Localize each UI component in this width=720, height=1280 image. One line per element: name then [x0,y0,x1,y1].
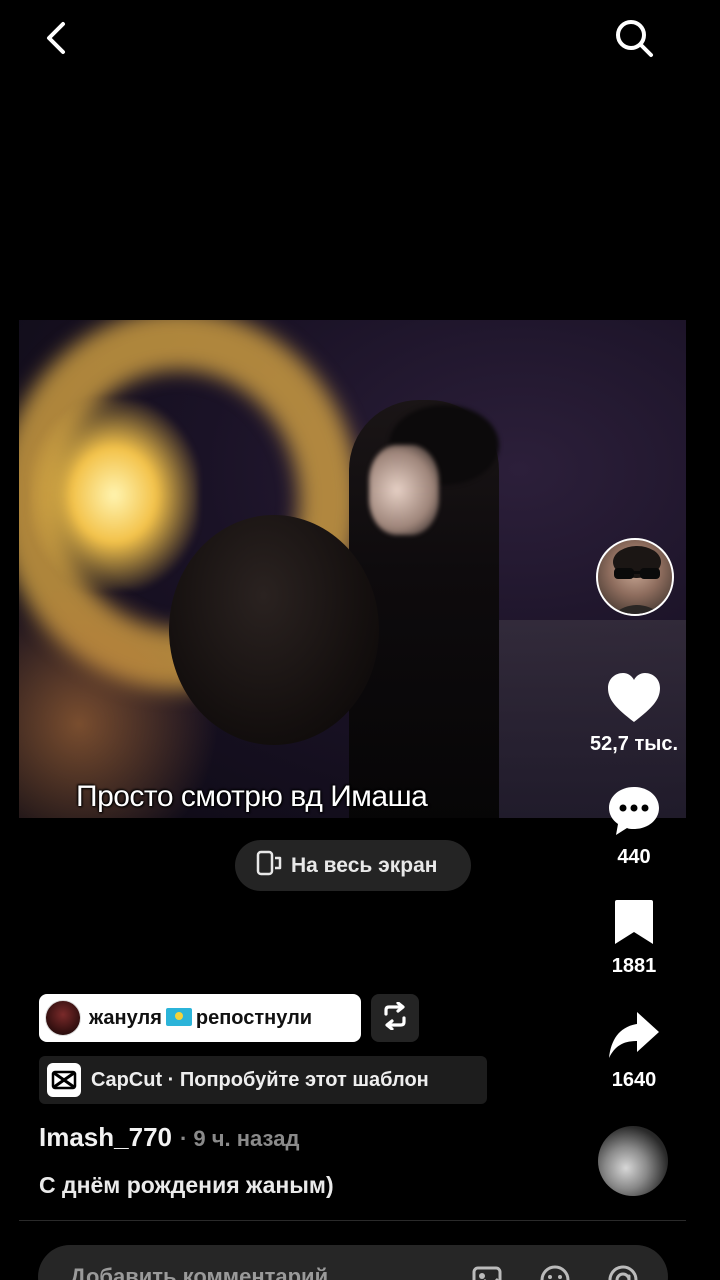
comment-icon [607,785,661,842]
capcut-logo-icon [47,1063,81,1097]
repost-button[interactable] [371,994,419,1042]
repost-suffix: репостнули [195,1006,313,1029]
post-time: · 9 ч. назад [179,1126,300,1151]
fullscreen-button[interactable]: На весь экран [235,840,471,891]
chevron-left-icon [41,20,71,61]
like-count: 52,7 тыс. [589,733,679,755]
repost-info-pill[interactable]: жануля репостнули [39,994,361,1042]
share-arrow-icon [607,1010,661,1065]
reposter-avatar [45,1000,81,1036]
light-decoration-core [29,400,199,590]
fullscreen-icon [255,849,283,882]
save-count: 1881 [611,955,657,977]
reposter-name: жануля [89,1006,162,1029]
heart-icon [606,672,662,729]
emoji-icon[interactable] [538,1263,572,1280]
comment-placeholder: Добавить комментарий... [70,1264,347,1280]
share-count: 1640 [611,1069,657,1091]
post-description: С днём рождения жаным) [39,1172,334,1198]
author-line: Imash_770 · 9 ч. назад [39,1122,299,1153]
capcut-template-link[interactable]: CapCut · Попробуйте этот шаблон [39,1056,487,1104]
repost-icon [380,1000,410,1035]
image-icon[interactable] [470,1263,504,1280]
video-caption: Просто смотрю вд Имаша [76,780,428,813]
comment-count: 440 [617,846,651,868]
video-foreground-head [169,515,379,745]
like-button[interactable]: 52,7 тыс. [579,672,689,756]
kazakhstan-flag-icon [165,1007,192,1026]
comment-button[interactable]: 440 [579,785,689,869]
search-icon [612,16,656,65]
comment-input[interactable]: Добавить комментарий... [38,1245,668,1280]
fullscreen-label: На весь экран [291,853,438,877]
divider [19,1220,686,1221]
save-button[interactable]: 1881 [579,898,689,978]
video-person-face [369,445,439,535]
music-disc[interactable] [598,1126,668,1196]
bookmark-icon [613,898,655,951]
share-button[interactable]: 1640 [579,1010,689,1092]
search-button[interactable] [606,12,662,68]
mention-icon[interactable] [606,1263,640,1280]
author-username[interactable]: Imash_770 [39,1122,172,1153]
back-button[interactable] [30,14,82,66]
creator-avatar[interactable] [596,538,674,616]
capcut-template-label: CapCut · Попробуйте этот шаблон [91,1068,429,1091]
